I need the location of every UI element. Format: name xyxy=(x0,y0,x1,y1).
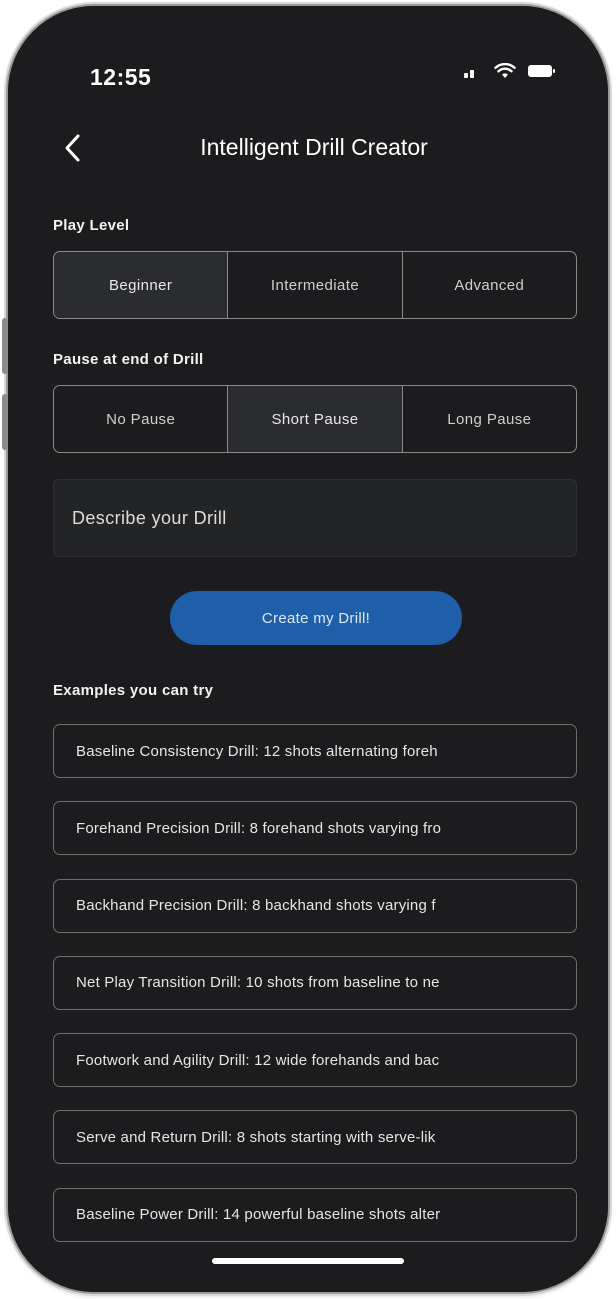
pause-option-long-pause[interactable]: Long Pause xyxy=(403,386,576,452)
example-item[interactable]: Baseline Power Drill: 14 powerful baseli… xyxy=(53,1187,577,1242)
volume-up-button xyxy=(2,318,8,374)
play-level-label: Play Level xyxy=(53,217,130,234)
example-item[interactable]: Serve and Return Drill: 8 shots starting… xyxy=(53,1110,577,1165)
battery-icon xyxy=(528,65,555,77)
example-item[interactable]: Forehand Precision Drill: 8 forehand sho… xyxy=(53,801,577,856)
play-level-selector: Beginner Intermediate Advanced xyxy=(53,251,577,319)
home-indicator[interactable] xyxy=(212,1258,404,1264)
status-icons xyxy=(464,63,555,79)
page-title: Intelligent Drill Creator xyxy=(200,134,428,160)
wifi-icon xyxy=(494,63,516,78)
example-item[interactable]: Backhand Precision Drill: 8 backhand sho… xyxy=(53,878,577,933)
example-item[interactable]: Footwork and Agility Drill: 12 wide fore… xyxy=(53,1033,577,1088)
status-time: 12:55 xyxy=(90,64,152,90)
describe-drill-input[interactable] xyxy=(53,479,577,557)
example-item[interactable]: Net Play Transition Drill: 10 shots from… xyxy=(53,955,577,1010)
create-drill-button[interactable]: Create my Drill! xyxy=(170,591,462,645)
play-level-option-beginner[interactable]: Beginner xyxy=(54,252,229,318)
volume-down-button xyxy=(2,394,8,450)
play-level-option-intermediate[interactable]: Intermediate xyxy=(228,252,403,318)
signal-icon xyxy=(464,64,482,78)
pause-selector: No Pause Short Pause Long Pause xyxy=(53,385,577,453)
app-screen: 12:55 Intelligent Drill Creator Play Lev… xyxy=(8,6,608,1292)
nav-bar: Intelligent Drill Creator xyxy=(8,124,608,172)
play-level-option-advanced[interactable]: Advanced xyxy=(403,252,576,318)
pause-option-no-pause[interactable]: No Pause xyxy=(54,386,229,452)
pause-label: Pause at end of Drill xyxy=(53,351,204,368)
examples-list: Baseline Consistency Drill: 12 shots alt… xyxy=(53,724,577,1265)
phone-frame: 12:55 Intelligent Drill Creator Play Lev… xyxy=(8,6,608,1292)
example-item[interactable]: Baseline Consistency Drill: 12 shots alt… xyxy=(53,724,577,778)
pause-option-short-pause[interactable]: Short Pause xyxy=(228,386,403,452)
examples-label: Examples you can try xyxy=(53,682,214,699)
